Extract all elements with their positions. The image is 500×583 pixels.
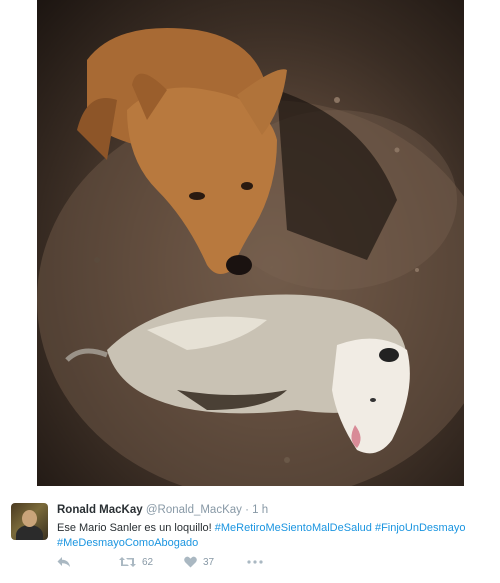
hashtag-link[interactable]: #MeDesmayoComoAbogado [57,537,198,549]
like-count: 37 [203,556,215,568]
hashtag-link[interactable]: #FinjoUnDesmayo [375,522,465,534]
author-name[interactable]: Ronald MacKay [57,504,143,516]
media-container [0,0,500,486]
avatar[interactable] [11,503,48,540]
retweet-count: 62 [142,556,154,568]
tweet-time[interactable]: 1 h [252,504,268,516]
retweet-button[interactable]: 62 [119,554,153,570]
heart-icon [184,556,197,568]
like-button[interactable]: 37 [184,554,214,570]
hashtag-link[interactable]: #MeRetiroMeSientoMalDeSalud [215,522,372,534]
tweet-photo[interactable] [37,0,464,486]
more-button[interactable] [247,554,263,570]
tweet-text: Ese Mario Sanler es un loquillo! #MeReti… [57,521,487,551]
separator: · [245,504,249,516]
tweet-card: Ronald MacKay @Ronald_MacKay · 1 h Ese M… [0,486,500,583]
photo-illustration [37,28,464,486]
tweet-header: Ronald MacKay @Ronald_MacKay · 1 h [57,504,268,516]
reply-icon [57,557,70,567]
reply-button[interactable] [57,554,71,570]
more-dots-icon [247,560,263,564]
tweet-text-plain: Ese Mario Sanler es un loquillo! [57,522,215,534]
avatar-face-shape [22,510,37,527]
retweet-icon [119,557,136,567]
author-handle[interactable]: @Ronald_MacKay [146,504,242,516]
avatar-body-shape [16,525,43,540]
